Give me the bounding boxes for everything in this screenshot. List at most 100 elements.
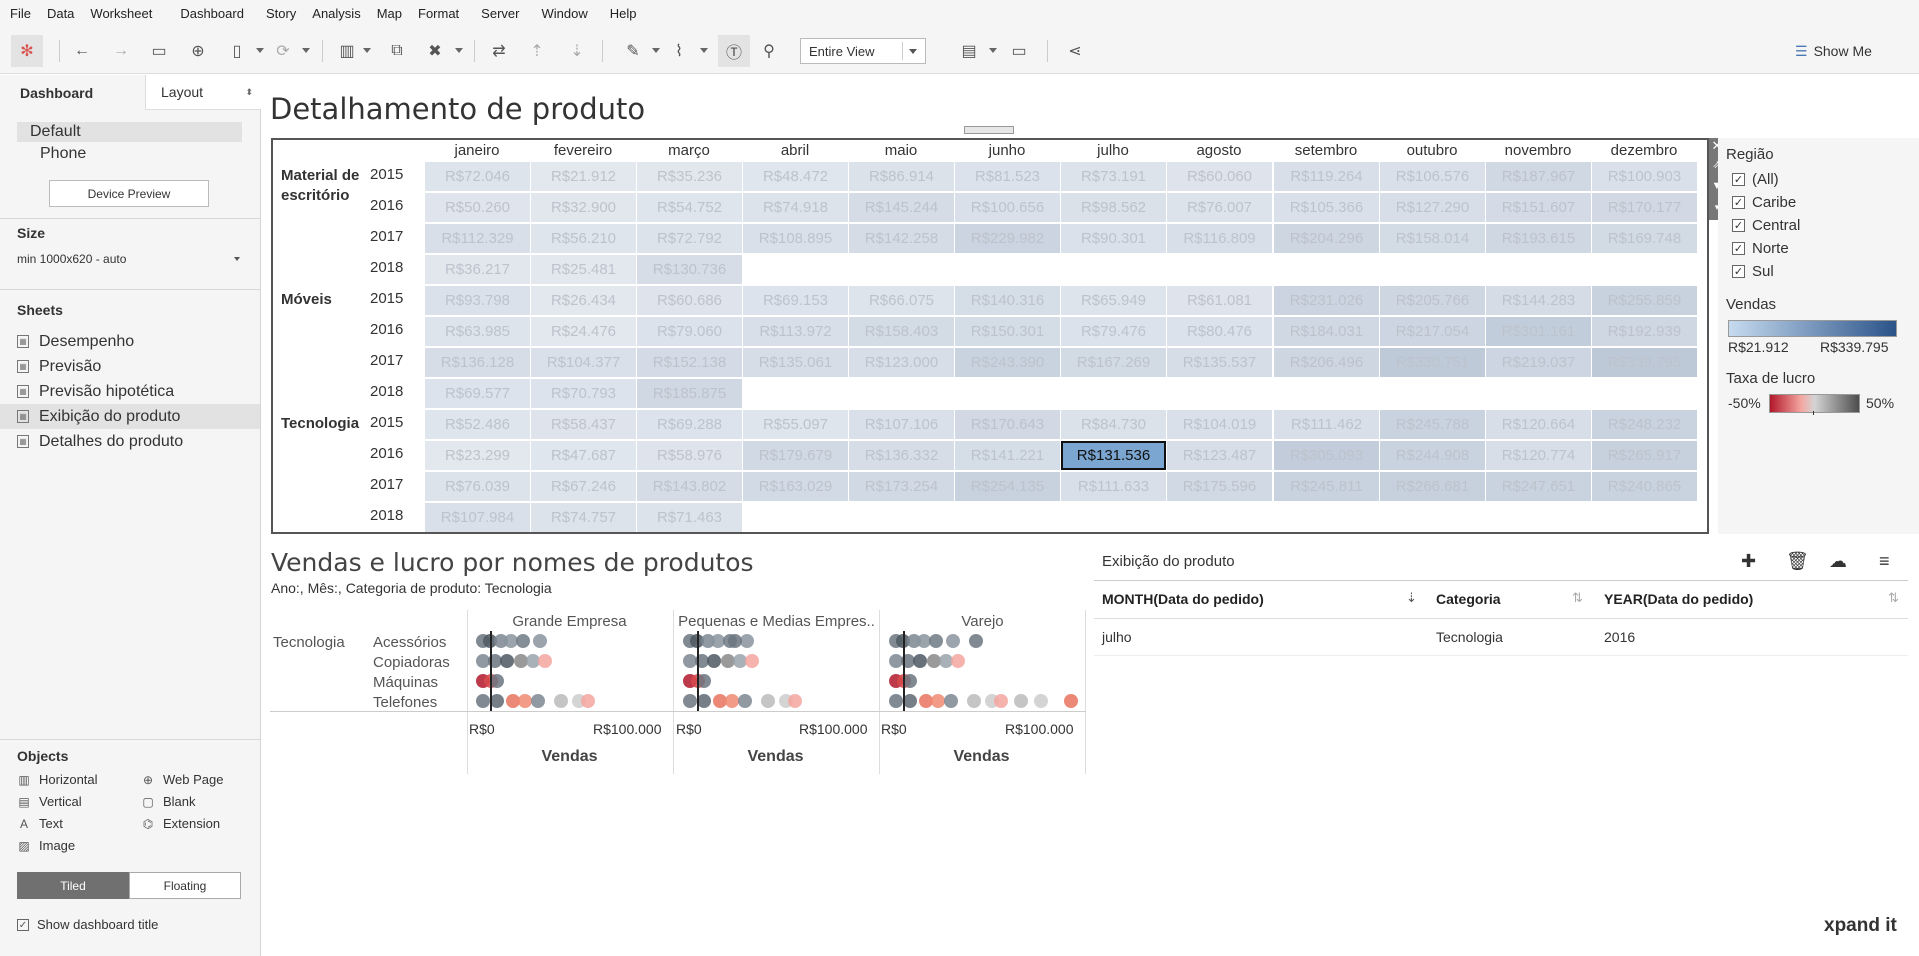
- cloud-upload-icon[interactable]: ☁: [1829, 551, 1847, 572]
- menu-worksheet[interactable]: Worksheet: [82, 0, 172, 28]
- heatmap-cell[interactable]: R$108.895: [743, 224, 848, 253]
- heatmap-cell[interactable]: R$55.097: [743, 410, 848, 439]
- heatmap-cell[interactable]: R$26.434: [531, 286, 636, 315]
- heatmap-cell[interactable]: R$145.244: [849, 193, 954, 222]
- share-icon[interactable]: ⋖: [1062, 38, 1088, 64]
- column-header-categoria[interactable]: Categoria: [1436, 591, 1501, 607]
- heatmap-cell[interactable]: R$35.236: [637, 162, 742, 191]
- product-dot[interactable]: [738, 694, 752, 708]
- show-title-checkbox[interactable]: ✓ Show dashboard title: [17, 917, 158, 932]
- category-material[interactable]: Material de escritório: [281, 166, 371, 206]
- product-dot[interactable]: [725, 694, 739, 708]
- product-dot[interactable]: [967, 694, 981, 708]
- product-dot[interactable]: [728, 634, 742, 648]
- product-dot[interactable]: [500, 654, 514, 668]
- heatmap-cell[interactable]: R$66.075: [849, 286, 954, 315]
- heatmap-cell[interactable]: R$217.054: [1380, 317, 1485, 346]
- chevron-down-icon[interactable]: [256, 48, 264, 53]
- heatmap-cell[interactable]: R$79.060: [637, 317, 742, 346]
- new-worksheet-icon[interactable]: ▥: [334, 38, 360, 64]
- cell-categoria[interactable]: Tecnologia: [1436, 629, 1503, 645]
- heatmap-cell[interactable]: R$170.643: [955, 410, 1060, 439]
- undo-icon[interactable]: ←: [69, 38, 95, 64]
- heatmap-cell[interactable]: R$187.967: [1486, 162, 1591, 191]
- column-header-year[interactable]: YEAR(Data do pedido): [1604, 591, 1753, 607]
- tableau-logo-icon[interactable]: ✻: [11, 35, 43, 67]
- heatmap-cell[interactable]: R$113.972: [743, 317, 848, 346]
- sales-color-ramp[interactable]: [1728, 320, 1897, 337]
- region-all-checkbox[interactable]: ✓ (All): [1732, 171, 1779, 188]
- product-dot[interactable]: [889, 694, 903, 708]
- heatmap-cell[interactable]: R$106.576: [1380, 162, 1485, 191]
- heatmap-cell[interactable]: R$60.686: [637, 286, 742, 315]
- heatmap-cell[interactable]: R$67.246: [531, 472, 636, 501]
- heatmap-cell[interactable]: R$72.046: [425, 162, 530, 191]
- heatmap-cell[interactable]: R$76.039: [425, 472, 530, 501]
- heatmap-cell[interactable]: R$127.290: [1380, 193, 1485, 222]
- pin-icon[interactable]: ⚲: [756, 38, 782, 64]
- heatmap-cell[interactable]: R$104.019: [1167, 410, 1272, 439]
- menu-icon[interactable]: ≡: [1879, 551, 1890, 572]
- heatmap-cell[interactable]: R$52.486: [425, 410, 530, 439]
- chevron-down-icon[interactable]: [363, 48, 371, 53]
- heatmap-cell[interactable]: R$71.463: [637, 503, 742, 532]
- category-moveis[interactable]: Móveis: [281, 290, 332, 310]
- menu-server[interactable]: Server: [473, 0, 533, 28]
- heatmap-cell[interactable]: R$163.029: [743, 472, 848, 501]
- product-dot[interactable]: [929, 634, 943, 648]
- heatmap-cell[interactable]: R$36.217: [425, 255, 530, 284]
- chevron-down-icon[interactable]: [455, 48, 463, 53]
- heatmap-cell[interactable]: R$170.177: [1592, 193, 1697, 222]
- heatmap-cell[interactable]: R$111.633: [1061, 472, 1166, 501]
- product-dot[interactable]: [707, 654, 721, 668]
- product-dot[interactable]: [761, 694, 775, 708]
- menu-help[interactable]: Help: [602, 0, 645, 28]
- heatmap-cell[interactable]: R$151.607: [1486, 193, 1591, 222]
- product-dot[interactable]: [538, 654, 552, 668]
- chevron-down-icon[interactable]: [700, 48, 708, 53]
- show-cards-icon[interactable]: ▤: [956, 38, 982, 64]
- heatmap-cell[interactable]: R$247.651: [1486, 472, 1591, 501]
- chevron-down-icon[interactable]: [652, 48, 660, 53]
- heatmap-cell[interactable]: R$80.476: [1167, 317, 1272, 346]
- heatmap-cell[interactable]: R$69.577: [425, 379, 530, 408]
- heatmap-cell[interactable]: R$143.802: [637, 472, 742, 501]
- product-dot[interactable]: [931, 694, 945, 708]
- tiled-button[interactable]: Tiled: [17, 872, 129, 899]
- heatmap-cell[interactable]: R$120.664: [1486, 410, 1591, 439]
- heatmap-cell[interactable]: R$107.984: [425, 503, 530, 532]
- heatmap-cell[interactable]: R$100.903: [1592, 162, 1697, 191]
- heatmap-cell[interactable]: R$135.537: [1167, 348, 1272, 377]
- heatmap-cell[interactable]: R$184.031: [1274, 317, 1379, 346]
- product-dot[interactable]: [745, 654, 759, 668]
- menu-dashboard[interactable]: Dashboard: [172, 0, 258, 28]
- heatmap-cell[interactable]: R$25.481: [531, 255, 636, 284]
- heatmap-cell[interactable]: R$255.859: [1592, 286, 1697, 315]
- product-dot[interactable]: [944, 694, 958, 708]
- heatmap-cell[interactable]: R$58.976: [637, 441, 742, 470]
- heatmap-cell[interactable]: R$206.496: [1274, 348, 1379, 377]
- heatmap-cell[interactable]: R$141.221: [955, 441, 1060, 470]
- heatmap-cell[interactable]: R$136.332: [849, 441, 954, 470]
- heatmap-cell[interactable]: R$248.232: [1592, 410, 1697, 439]
- heatmap-cell[interactable]: R$175.596: [1167, 472, 1272, 501]
- new-datasource-icon[interactable]: ⊕: [185, 38, 211, 64]
- product-dot[interactable]: [683, 694, 697, 708]
- chevron-down-icon[interactable]: [234, 257, 240, 261]
- object-image[interactable]: ▨ Image: [17, 838, 75, 853]
- presentation-mode-icon[interactable]: ▭: [1006, 38, 1032, 64]
- menu-map[interactable]: Map: [369, 0, 410, 28]
- product-dot[interactable]: [1014, 694, 1028, 708]
- redo-icon[interactable]: →: [108, 38, 134, 64]
- heatmap-cell[interactable]: R$58.437: [531, 410, 636, 439]
- heatmap-cell[interactable]: R$48.472: [743, 162, 848, 191]
- heatmap-cell[interactable]: R$152.138: [637, 348, 742, 377]
- product-dot[interactable]: [994, 694, 1008, 708]
- sheet-desempenho[interactable]: ▦ Desempenho: [17, 329, 260, 354]
- product-dot[interactable]: [516, 634, 530, 648]
- heatmap-cell[interactable]: R$111.462: [1274, 410, 1379, 439]
- heatmap-cell[interactable]: R$61.081: [1167, 286, 1272, 315]
- sort-icon[interactable]: ⇅: [1572, 590, 1583, 606]
- heatmap-cell[interactable]: R$204.296: [1274, 224, 1379, 253]
- heatmap-cell[interactable]: R$245.811: [1274, 472, 1379, 501]
